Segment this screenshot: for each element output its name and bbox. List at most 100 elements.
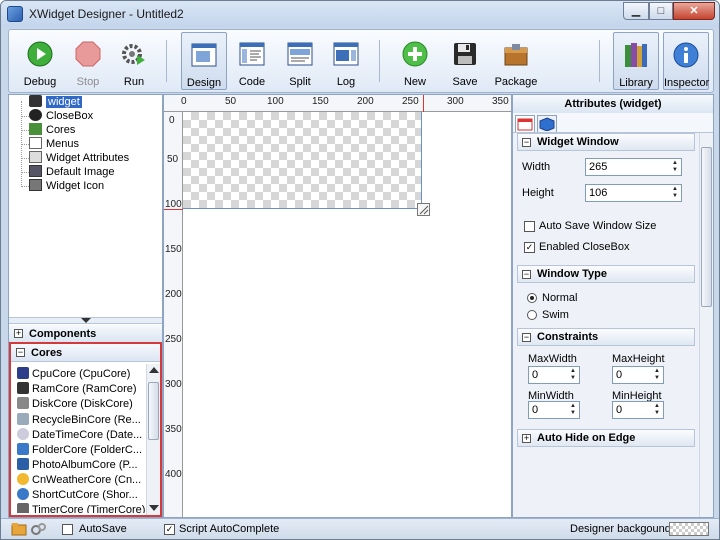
spin-icon[interactable]: ▲ ▼: [652, 403, 662, 417]
ruler-label: 150: [312, 96, 329, 107]
main-window: XWidget Designer - Untitled2 ▁ □ ✕ Debug…: [0, 0, 720, 540]
cores-header[interactable]: − Cores: [11, 344, 160, 362]
minimize-button[interactable]: ▁: [623, 2, 649, 20]
auto-save-window-size-checkbox[interactable]: [524, 221, 535, 232]
settings-icon[interactable]: [30, 522, 46, 536]
weather-icon: [17, 473, 29, 485]
list-item[interactable]: ShortCutCore (Shor...: [17, 488, 145, 503]
close-circle-icon: [29, 109, 42, 121]
maximize-button[interactable]: □: [649, 2, 673, 20]
new-label: New: [403, 76, 426, 88]
list-item[interactable]: RamCore (RamCore): [17, 382, 145, 397]
cube-icon: [539, 117, 555, 132]
height-field[interactable]: 106 ▲ ▼: [585, 184, 682, 202]
tree-item-widget[interactable]: widget: [29, 95, 82, 109]
timer-icon: [17, 503, 29, 513]
spin-icon[interactable]: ▲ ▼: [568, 403, 578, 417]
widget-canvas[interactable]: [183, 112, 422, 209]
package-button[interactable]: Package: [493, 32, 539, 90]
width-field[interactable]: 265 ▲ ▼: [585, 158, 682, 176]
design-button[interactable]: Design: [181, 32, 227, 90]
max-width-field[interactable]: 0 ▲ ▼: [528, 366, 580, 384]
design-area[interactable]: 0 50 100 150 200 250 300 350 0 50 100 15…: [163, 94, 512, 518]
stop-button[interactable]: Stop: [65, 32, 111, 90]
clock-icon: [17, 428, 29, 440]
swim-label: Swim: [542, 309, 569, 321]
script-autocomplete-checkbox[interactable]: ✓: [164, 524, 175, 535]
resize-handle[interactable]: [417, 203, 430, 216]
tree-item-widget-icon[interactable]: Widget Icon: [29, 179, 104, 193]
window-title: XWidget Designer - Untitled2: [29, 7, 184, 21]
auto-save-window-size-label: Auto Save Window Size: [539, 220, 657, 232]
window-icon: [517, 118, 533, 131]
panel-splitter[interactable]: [9, 317, 162, 324]
designer-background-label: Designer backgound: [570, 523, 671, 535]
scroll-thumb[interactable]: [701, 147, 712, 307]
debug-button[interactable]: Debug: [17, 32, 63, 90]
gear-icon: [122, 44, 145, 65]
max-width-label: MaxWidth: [528, 353, 577, 365]
attributes-panel: Attributes (widget) − Widget Window Widt…: [512, 94, 714, 518]
shortcut-icon: [17, 488, 29, 500]
collapse-icon: −: [522, 269, 531, 279]
list-item[interactable]: FolderCore (FolderC...: [17, 443, 145, 458]
swim-radio[interactable]: [527, 310, 537, 320]
save-button[interactable]: Save: [442, 32, 488, 90]
log-button[interactable]: Log: [323, 32, 369, 90]
folder-icon[interactable]: [11, 522, 27, 536]
tab-window[interactable]: [515, 115, 535, 132]
new-button[interactable]: New: [392, 32, 438, 90]
autosave-checkbox[interactable]: [62, 524, 73, 535]
scroll-thumb[interactable]: [148, 382, 159, 440]
ruler-label: 300: [165, 379, 182, 390]
menu-icon: [29, 137, 42, 149]
expand-icon: +: [14, 328, 23, 338]
close-button[interactable]: ✕: [673, 2, 715, 20]
cores-scrollbar[interactable]: [146, 364, 160, 515]
collapse-icon: −: [522, 332, 531, 342]
attributes-tabs: [513, 113, 713, 133]
spin-icon[interactable]: ▲ ▼: [670, 160, 680, 174]
window-type-header[interactable]: − Window Type: [517, 265, 695, 283]
components-header[interactable]: + Components: [9, 325, 162, 343]
tree-item-closebox[interactable]: CloseBox: [29, 109, 93, 123]
list-item[interactable]: CpuCore (CpuCore): [17, 367, 145, 382]
ruler-label: 50: [167, 154, 179, 165]
list-item[interactable]: DiskCore (DiskCore): [17, 397, 145, 412]
max-height-field[interactable]: 0 ▲ ▼: [612, 366, 664, 384]
tree-item-widget-attributes[interactable]: Widget Attributes: [29, 151, 129, 165]
inspector-button[interactable]: Inspector: [663, 32, 709, 90]
tree-item-menus[interactable]: Menus: [29, 137, 79, 151]
tree-item-default-image[interactable]: Default Image: [29, 165, 114, 179]
min-width-field[interactable]: 0 ▲ ▼: [528, 401, 580, 419]
min-height-field[interactable]: 0 ▲ ▼: [612, 401, 664, 419]
list-item[interactable]: RecycleBinCore (Re...: [17, 413, 145, 428]
ruler-label: 150: [165, 244, 182, 255]
run-button[interactable]: Run: [111, 32, 157, 90]
spin-icon[interactable]: ▲ ▼: [670, 186, 680, 200]
log-label: Log: [336, 76, 356, 88]
tab-cube[interactable]: [537, 115, 557, 132]
list-item[interactable]: PhotoAlbumCore (P...: [17, 458, 145, 473]
designer-background-swatch[interactable]: [669, 522, 709, 536]
play-icon: [27, 41, 53, 67]
normal-radio[interactable]: [527, 293, 537, 303]
constraints-header[interactable]: − Constraints: [517, 328, 695, 346]
spin-icon[interactable]: ▲ ▼: [652, 368, 662, 382]
enabled-closebox-checkbox[interactable]: ✓: [524, 242, 535, 253]
list-item[interactable]: DateTimeCore (Date...: [17, 428, 145, 443]
magnifier-icon: [29, 123, 42, 135]
horizontal-ruler: 0 50 100 150 200 250 300 350: [164, 95, 511, 112]
split-button[interactable]: Split: [277, 32, 323, 90]
tree-item-cores[interactable]: Cores: [29, 123, 75, 137]
code-button[interactable]: Code: [229, 32, 275, 90]
list-item[interactable]: TimerCore (TimerCore): [17, 503, 145, 513]
package-label: Package: [494, 76, 538, 88]
widget-window-header[interactable]: − Widget Window: [517, 133, 695, 151]
log-icon: [333, 42, 359, 66]
auto-hide-header[interactable]: + Auto Hide on Edge: [517, 429, 695, 447]
list-item[interactable]: CnWeatherCore (Cn...: [17, 473, 145, 488]
library-button[interactable]: Library: [613, 32, 659, 90]
attributes-scrollbar[interactable]: [699, 133, 713, 517]
spin-icon[interactable]: ▲ ▼: [568, 368, 578, 382]
